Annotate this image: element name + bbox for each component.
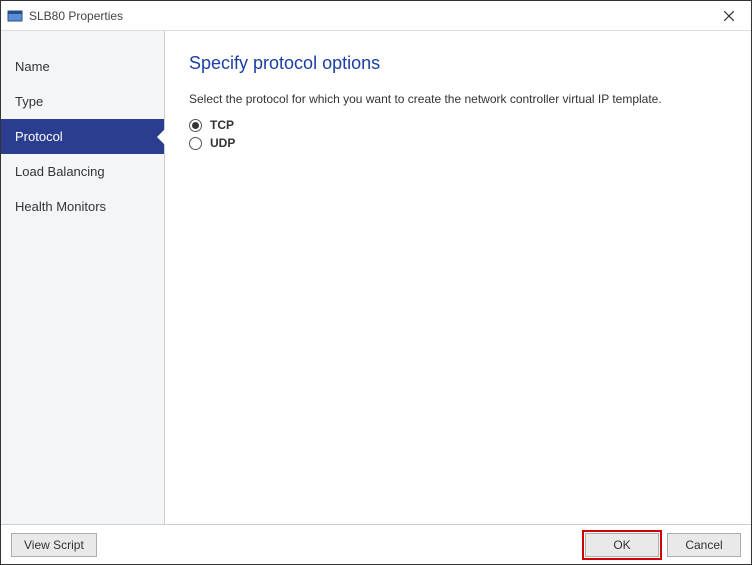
close-button[interactable] bbox=[715, 6, 743, 26]
close-icon bbox=[724, 11, 734, 21]
sidebar: Name Type Protocol Load Balancing Health… bbox=[1, 31, 165, 524]
dialog-footer: View Script OK Cancel bbox=[1, 524, 751, 564]
dialog-body: Name Type Protocol Load Balancing Health… bbox=[1, 31, 751, 524]
ok-button[interactable]: OK bbox=[585, 533, 659, 557]
radio-label: TCP bbox=[210, 118, 234, 132]
sidebar-item-type[interactable]: Type bbox=[1, 84, 164, 119]
main-content: Specify protocol options Select the prot… bbox=[165, 31, 751, 524]
sidebar-item-protocol[interactable]: Protocol bbox=[1, 119, 164, 154]
sidebar-item-health-monitors[interactable]: Health Monitors bbox=[1, 189, 164, 224]
radio-option-udp[interactable]: UDP bbox=[189, 134, 727, 152]
cancel-button[interactable]: Cancel bbox=[667, 533, 741, 557]
sidebar-item-name[interactable]: Name bbox=[1, 49, 164, 84]
radio-label: UDP bbox=[210, 136, 235, 150]
dialog-window: SLB80 Properties Name Type Protocol Load… bbox=[0, 0, 752, 565]
radio-icon bbox=[189, 137, 202, 150]
app-icon bbox=[7, 8, 23, 24]
titlebar: SLB80 Properties bbox=[1, 1, 751, 31]
sidebar-item-load-balancing[interactable]: Load Balancing bbox=[1, 154, 164, 189]
radio-icon bbox=[189, 119, 202, 132]
window-title: SLB80 Properties bbox=[29, 9, 715, 23]
page-heading: Specify protocol options bbox=[189, 53, 727, 74]
view-script-button[interactable]: View Script bbox=[11, 533, 97, 557]
radio-option-tcp[interactable]: TCP bbox=[189, 116, 727, 134]
page-description: Select the protocol for which you want t… bbox=[189, 92, 727, 106]
